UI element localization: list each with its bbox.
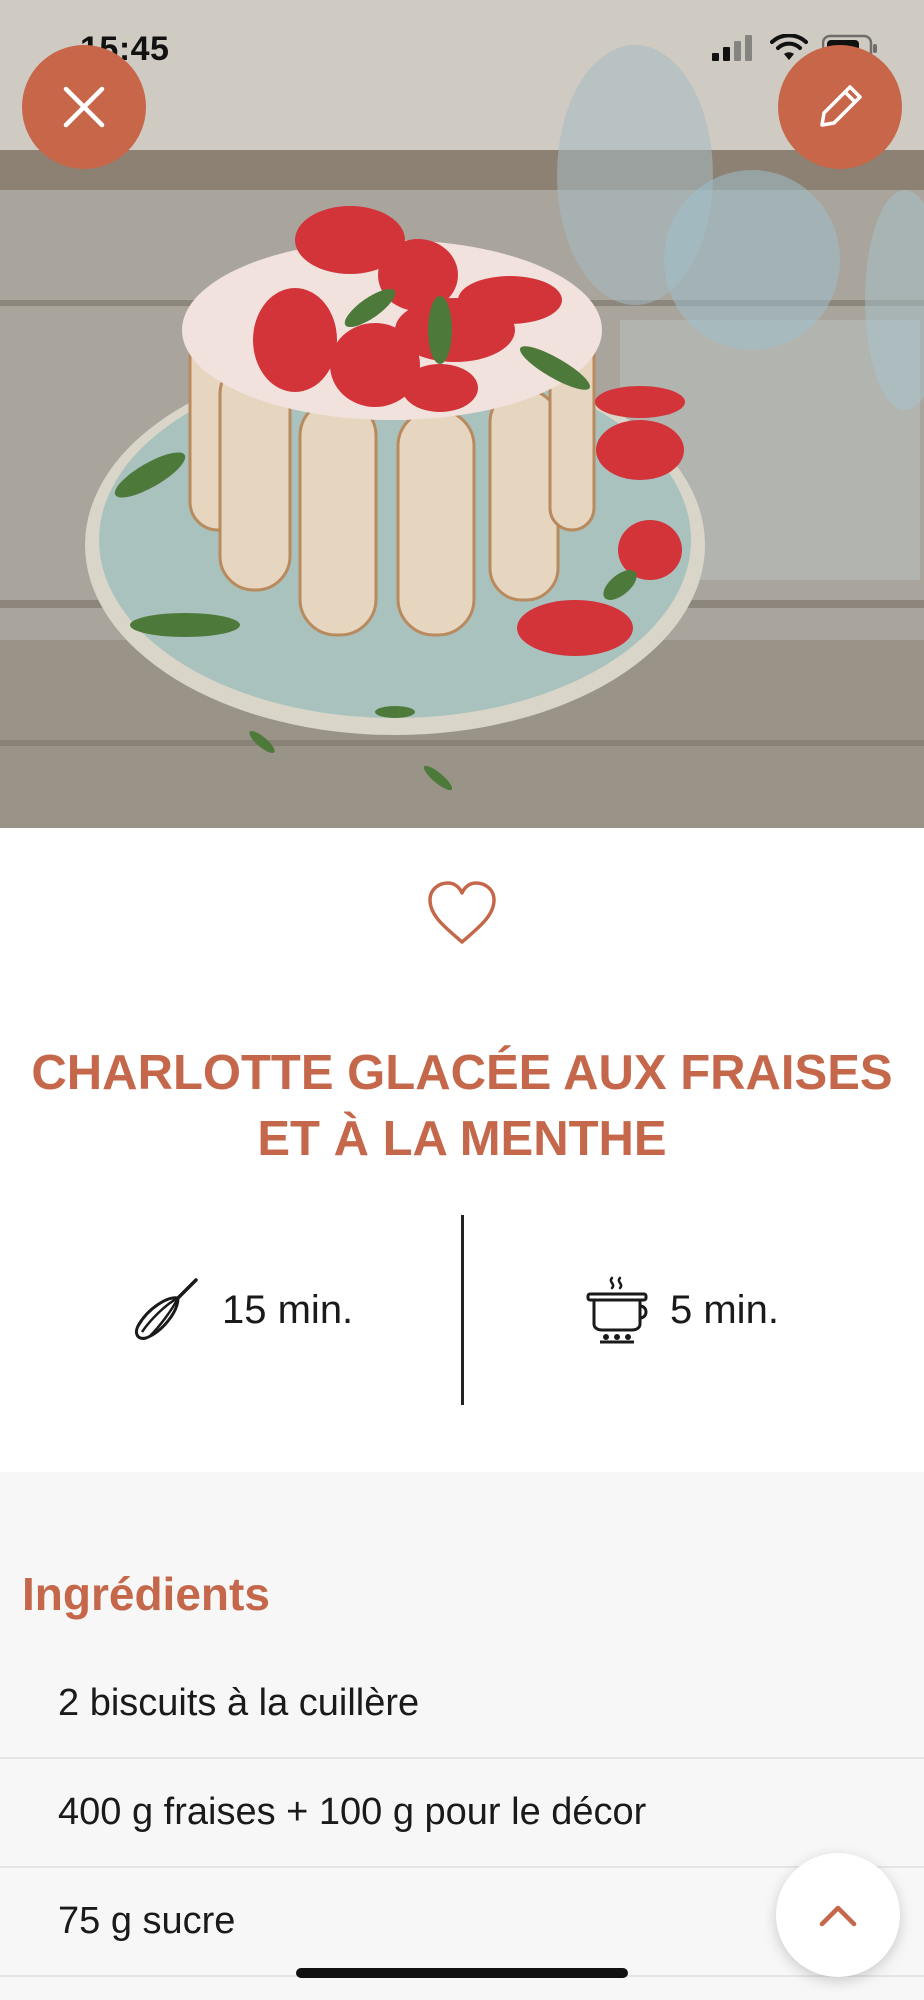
- whisk-icon: [134, 1278, 198, 1340]
- chevron-up-icon: [819, 1905, 857, 1927]
- close-icon: [63, 86, 105, 128]
- cook-time-value: 5 min.: [670, 1287, 779, 1332]
- recipe-times: 15 min. 5 min.: [0, 1215, 924, 1405]
- prep-time: 15 min.: [130, 1215, 353, 1405]
- scroll-to-top-button[interactable]: [776, 1853, 900, 1977]
- cellular-signal-icon: [712, 35, 752, 61]
- favorite-button[interactable]: [426, 880, 498, 946]
- cooking-pot-icon: [586, 1276, 648, 1344]
- recipe-title: CHARLOTTE GLACÉE AUX FRAISES ET À LA MEN…: [31, 1046, 893, 1166]
- edit-button[interactable]: [778, 45, 902, 169]
- home-indicator[interactable]: [296, 1968, 628, 1978]
- ingredient-item: 2 biscuits à la cuillère: [0, 1650, 924, 1759]
- pencil-icon: [820, 85, 862, 127]
- cook-time: 5 min.: [584, 1215, 779, 1405]
- prep-time-value: 15 min.: [222, 1287, 354, 1332]
- ingredients-heading: Ingrédients: [22, 1568, 270, 1620]
- heart-outline-icon: [428, 881, 496, 944]
- ingredient-item: 400 g fraises + 100 g pour le décor: [0, 1759, 924, 1868]
- close-button[interactable]: [22, 45, 146, 169]
- times-divider: [461, 1215, 464, 1405]
